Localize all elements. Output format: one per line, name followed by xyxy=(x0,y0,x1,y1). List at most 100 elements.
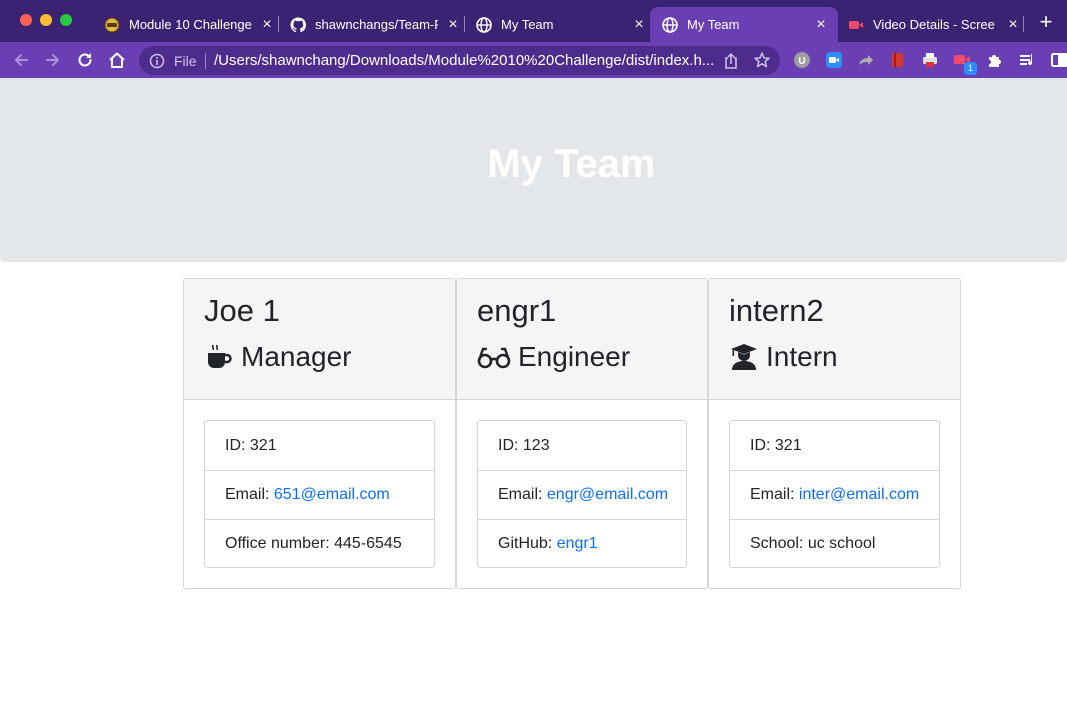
email-link[interactable]: 651@email.com xyxy=(274,486,390,504)
employee-card-engineer: engr1 Engineer ID: 123 Email: engr@email… xyxy=(456,278,708,589)
globe-icon xyxy=(476,16,492,33)
address-url[interactable]: /Users/shawnchang/Downloads/Module%2010%… xyxy=(214,52,714,69)
role-label: Manager xyxy=(241,341,352,372)
video-icon xyxy=(848,17,864,33)
school-value: uc school xyxy=(807,535,876,552)
header-jumbotron: My Team xyxy=(0,78,1067,262)
tab-github-team-profile[interactable]: shawnchangs/Team-P × xyxy=(280,7,462,42)
maximize-window-button[interactable] xyxy=(60,14,72,26)
close-tab-icon[interactable]: × xyxy=(1004,16,1022,34)
id-value: 321 xyxy=(249,436,277,454)
id-label: ID: xyxy=(225,436,246,454)
minimize-window-button[interactable] xyxy=(40,14,52,26)
coffee-mug-icon xyxy=(204,342,234,372)
close-window-button[interactable] xyxy=(20,14,32,26)
employee-card-intern: intern2 Intern ID: 321 Email: inter@emai… xyxy=(708,278,961,589)
office-number-value: 445-6545 xyxy=(334,535,402,552)
card-header: engr1 Engineer xyxy=(457,279,707,400)
globe-icon xyxy=(662,16,678,33)
employee-role: Engineer xyxy=(477,341,630,373)
role-label: Intern xyxy=(766,341,838,372)
close-tab-icon[interactable]: × xyxy=(630,16,648,34)
svg-text:U: U xyxy=(798,56,805,67)
employee-name: Joe 1 xyxy=(204,293,280,328)
tab-separator xyxy=(278,16,279,32)
home-button[interactable] xyxy=(105,48,129,72)
tab-video-details[interactable]: Video Details - Scree × xyxy=(840,7,1022,42)
email-link[interactable]: engr@email.com xyxy=(547,486,668,504)
arrow-right-icon xyxy=(46,54,60,66)
browser-tab-bar: Module 10 Challenge × shawnchangs/Team-P… xyxy=(0,0,1067,42)
module-logo-icon xyxy=(104,17,120,33)
close-tab-icon[interactable]: × xyxy=(258,16,276,34)
details-list: ID: 123 Email: engr@email.com GitHub: en… xyxy=(477,420,687,568)
info-icon[interactable] xyxy=(149,53,165,69)
email-label: Email: xyxy=(498,486,543,503)
id-row: ID: 123 xyxy=(478,421,686,470)
email-row: Email: engr@email.com xyxy=(478,470,686,519)
role-label: Engineer xyxy=(518,341,631,372)
id-row: ID: 321 xyxy=(205,421,434,470)
close-tab-icon[interactable]: × xyxy=(812,16,830,34)
extension-badge: 1 xyxy=(964,62,977,75)
id-row: ID: 321 xyxy=(730,421,939,470)
employee-name: engr1 xyxy=(477,293,557,328)
employee-card-manager: Joe 1 Manager ID: 321 Email: 651@email.c… xyxy=(183,278,456,589)
arrow-left-icon xyxy=(14,54,28,66)
tab-separator xyxy=(464,16,465,32)
card-header: intern2 Intern xyxy=(709,279,960,400)
tab-title: shawnchangs/Team-P xyxy=(315,17,438,32)
email-label: Email: xyxy=(750,486,795,503)
card-header: Joe 1 Manager xyxy=(184,279,455,400)
share-arrow-extension-icon[interactable] xyxy=(857,51,875,69)
github-row: GitHub: engr1 xyxy=(478,519,686,568)
address-divider xyxy=(205,53,206,69)
page-title: My Team xyxy=(487,142,656,186)
reload-icon xyxy=(78,53,92,67)
reload-button[interactable] xyxy=(73,48,97,72)
browser-toolbar: File /Users/shawnchang/Downloads/Module%… xyxy=(0,42,1067,78)
reading-list-icon[interactable] xyxy=(1018,51,1036,69)
tab-title: Video Details - Scree xyxy=(873,17,995,32)
graduate-icon xyxy=(729,342,759,372)
email-row: Email: 651@email.com xyxy=(205,470,434,519)
email-row: Email: inter@email.com xyxy=(730,470,939,519)
tab-title: My Team xyxy=(687,17,740,32)
details-list: ID: 321 Email: 651@email.com Office numb… xyxy=(204,420,435,568)
printer-extension-icon[interactable] xyxy=(921,51,939,69)
id-value: 123 xyxy=(522,436,550,454)
new-tab-button[interactable]: + xyxy=(1036,11,1056,33)
email-link[interactable]: inter@email.com xyxy=(799,486,919,504)
github-link[interactable]: engr1 xyxy=(557,535,598,553)
forward-button[interactable] xyxy=(41,48,65,72)
book-extension-icon[interactable] xyxy=(889,51,907,69)
back-button[interactable] xyxy=(9,48,33,72)
bookmark-star-icon[interactable] xyxy=(753,51,771,69)
employee-role: Manager xyxy=(204,341,352,373)
tab-title: Module 10 Challenge xyxy=(129,17,252,32)
share-icon[interactable] xyxy=(723,52,739,70)
school-label: School: xyxy=(750,535,804,552)
email-label: Email: xyxy=(225,486,270,503)
close-tab-icon[interactable]: × xyxy=(444,16,462,34)
zoom-extension-icon[interactable] xyxy=(825,51,843,69)
home-icon xyxy=(109,52,125,68)
extension-u-icon[interactable]: U xyxy=(793,51,811,69)
tab-my-team[interactable]: My Team × xyxy=(466,7,648,42)
id-label: ID: xyxy=(498,436,519,454)
school-row: School: uc school xyxy=(730,519,939,568)
tab-separator xyxy=(1023,16,1024,32)
tab-my-team-active[interactable]: My Team × xyxy=(650,7,838,42)
tab-module-10-challenge[interactable]: Module 10 Challenge × xyxy=(96,7,276,42)
address-bar[interactable]: File /Users/shawnchang/Downloads/Module%… xyxy=(139,46,780,75)
office-number-label: Office number: xyxy=(225,535,330,552)
employee-name: intern2 xyxy=(729,293,824,328)
github-icon xyxy=(290,16,306,33)
side-panel-icon[interactable] xyxy=(1050,51,1067,69)
details-list: ID: 321 Email: inter@email.com School: u… xyxy=(729,420,940,568)
puzzle-extensions-icon[interactable] xyxy=(986,51,1004,69)
employee-role: Intern xyxy=(729,341,838,373)
id-label: ID: xyxy=(750,436,771,454)
id-value: 321 xyxy=(774,436,802,454)
github-label: GitHub: xyxy=(498,535,553,552)
